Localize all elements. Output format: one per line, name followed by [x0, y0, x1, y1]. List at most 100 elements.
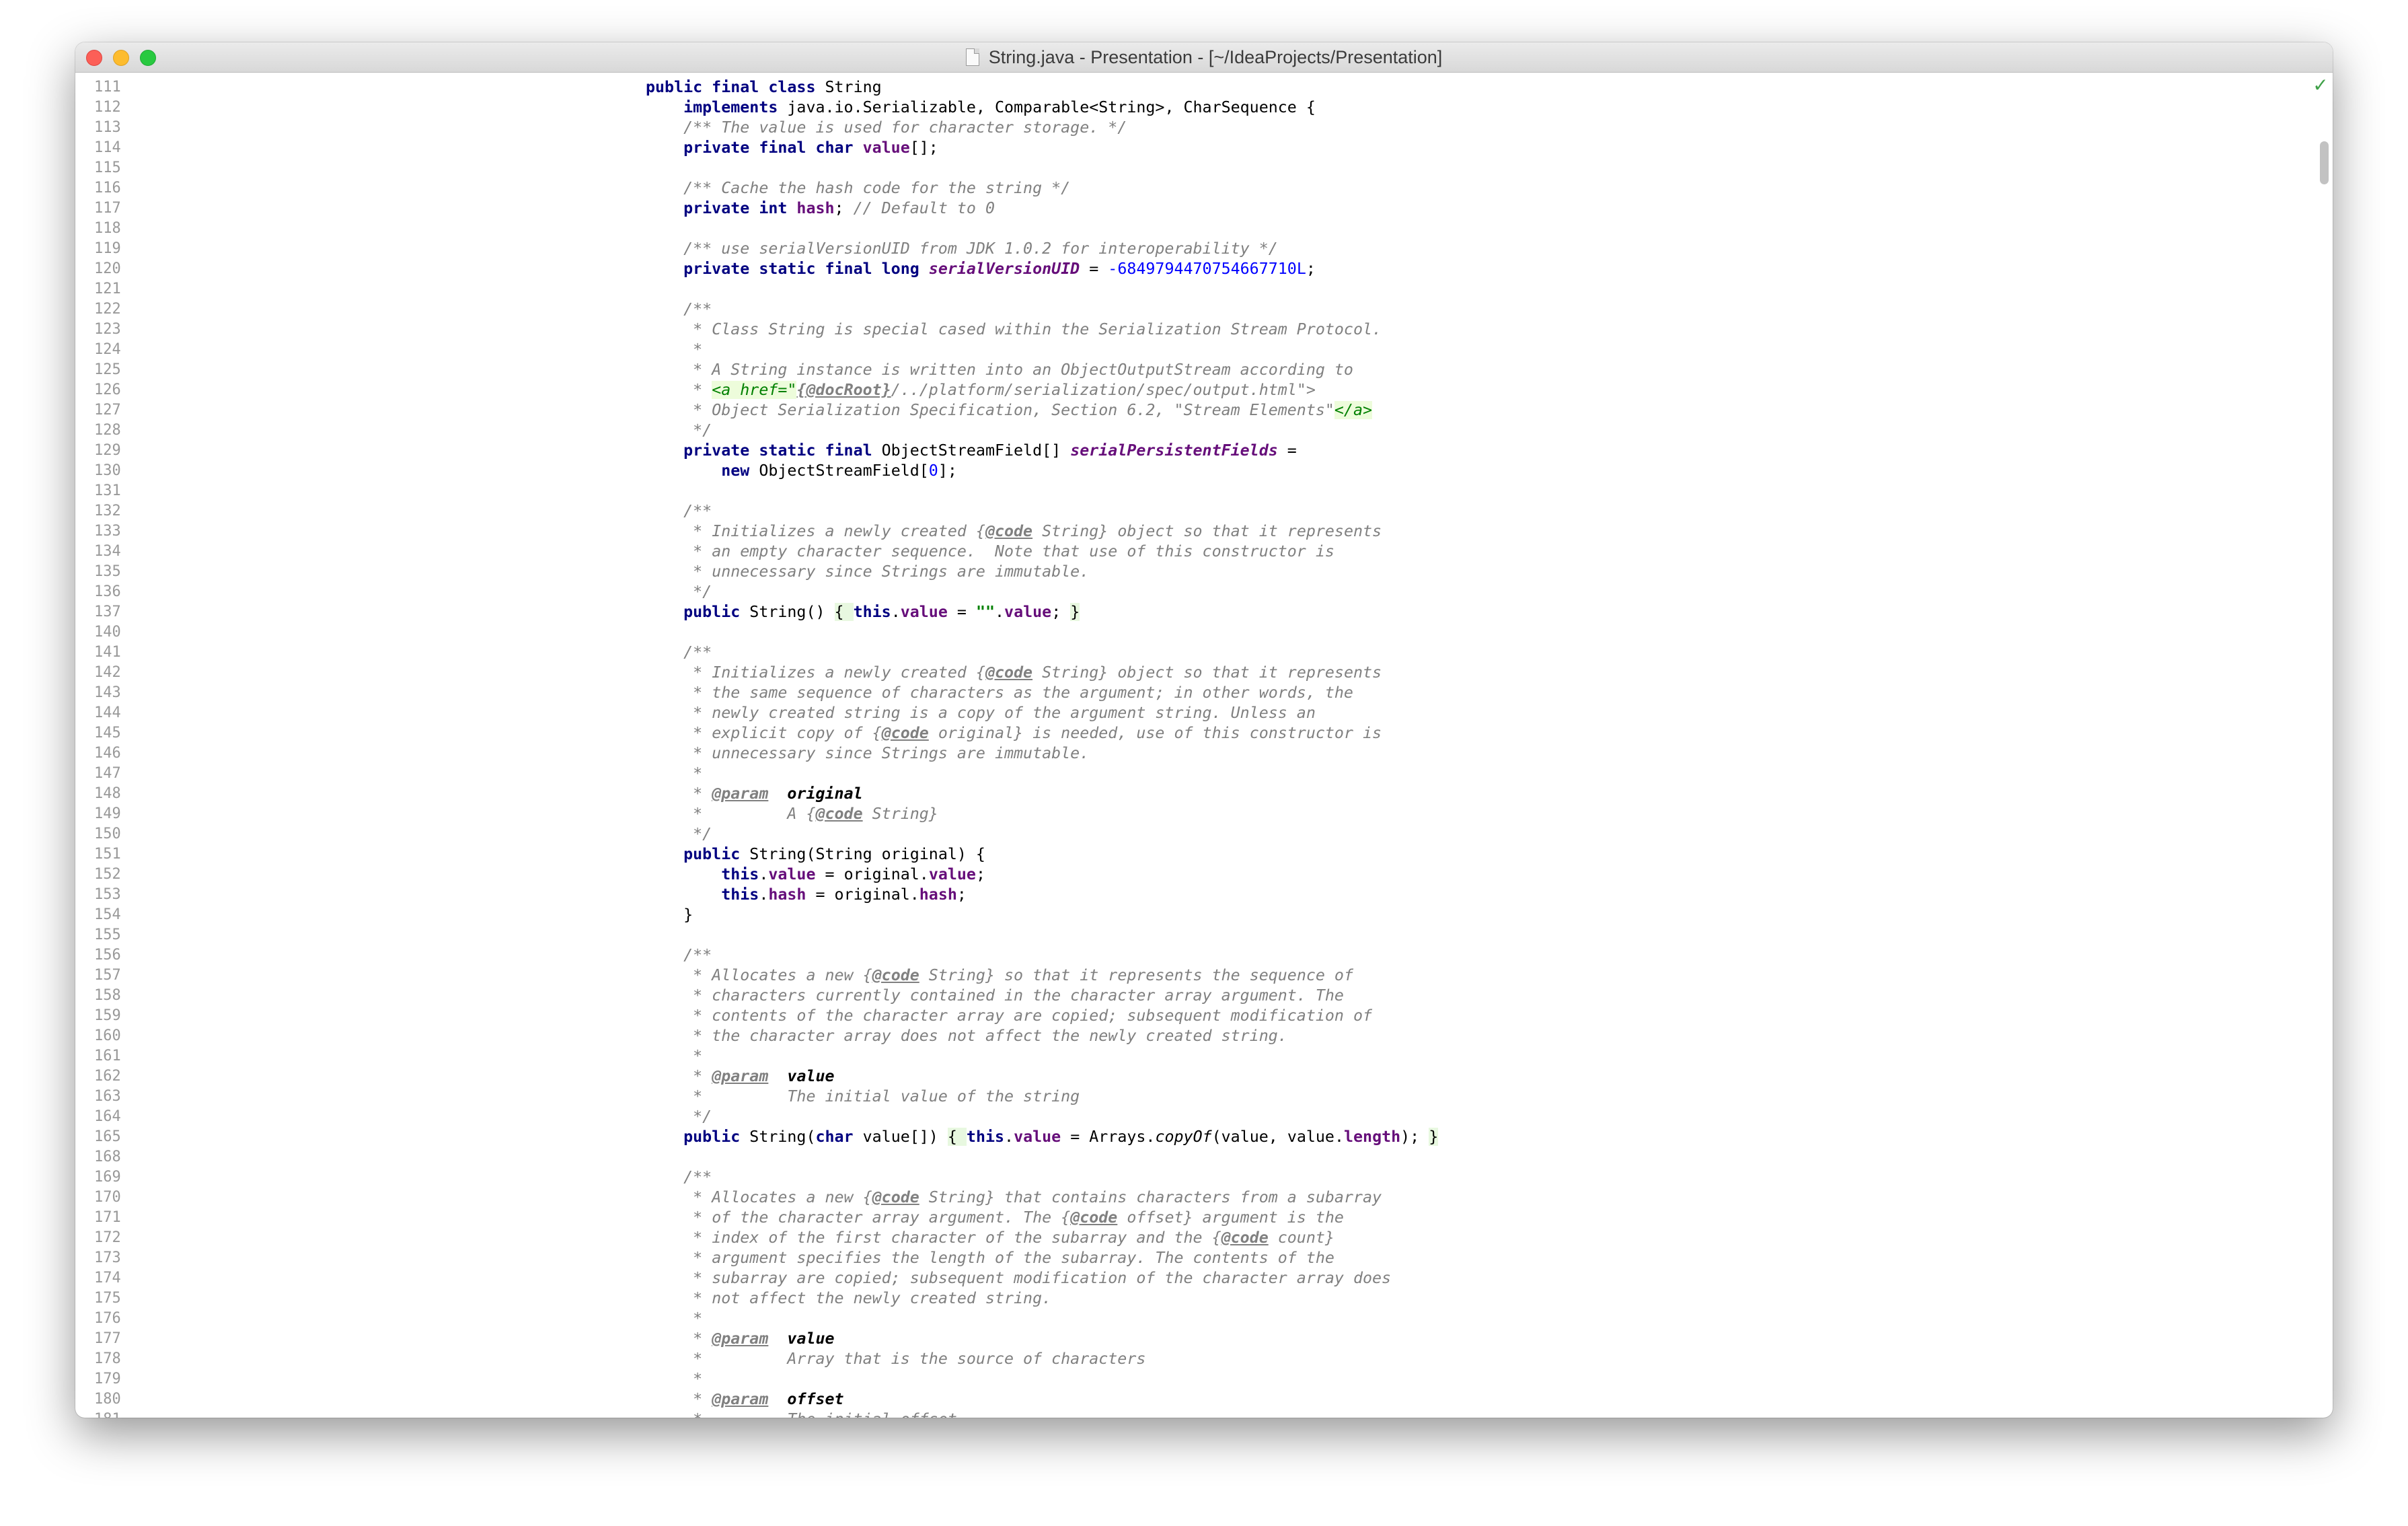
- line-number[interactable]: 164: [94, 1107, 175, 1127]
- code-line[interactable]: /**: [646, 643, 712, 663]
- code-line[interactable]: * the character array does not affect th…: [646, 1026, 1287, 1046]
- code-area[interactable]: public final class String implements jav…: [646, 73, 2260, 1418]
- code-line[interactable]: */: [646, 421, 712, 441]
- line-number[interactable]: 134: [94, 542, 175, 562]
- code-line[interactable]: * A String instance is written into an O…: [646, 360, 1353, 380]
- code-line[interactable]: * not affect the newly created string.: [646, 1288, 1051, 1309]
- code-line[interactable]: private int hash; // Default to 0: [646, 198, 995, 219]
- line-number[interactable]: 163: [94, 1087, 175, 1107]
- code-line[interactable]: * Allocates a new {@code String} so that…: [646, 966, 1353, 986]
- line-number[interactable]: 155: [94, 925, 175, 945]
- code-line[interactable]: */: [646, 1107, 712, 1127]
- code-line[interactable]: }: [646, 905, 693, 925]
- code-line[interactable]: private static final long serialVersionU…: [646, 259, 1316, 279]
- line-number[interactable]: 140: [94, 622, 175, 643]
- line-number[interactable]: 123: [94, 320, 175, 340]
- line-number[interactable]: 132: [94, 501, 175, 521]
- line-number[interactable]: 179: [94, 1369, 175, 1389]
- code-line[interactable]: public final class String: [646, 77, 882, 98]
- code-line[interactable]: * Initializes a newly created {@code Str…: [646, 663, 1382, 683]
- code-line[interactable]: * Class String is special cased within t…: [646, 320, 1382, 340]
- line-number[interactable]: 175: [94, 1288, 175, 1309]
- line-number[interactable]: 148: [94, 784, 175, 804]
- line-number[interactable]: 141: [94, 643, 175, 663]
- code-line[interactable]: * unnecessary since Strings are immutabl…: [646, 743, 1089, 764]
- code-line[interactable]: * The initial offset: [646, 1410, 957, 1418]
- line-number[interactable]: 180: [94, 1389, 175, 1410]
- code-line[interactable]: * <a href="{@docRoot}/../platform/serial…: [646, 380, 1316, 400]
- code-line[interactable]: * unnecessary since Strings are immutabl…: [646, 562, 1089, 582]
- line-number[interactable]: 124: [94, 340, 175, 360]
- line-number[interactable]: 114: [94, 138, 175, 158]
- line-number[interactable]: 128: [94, 421, 175, 441]
- code-line[interactable]: * of the character array argument. The {…: [646, 1208, 1344, 1228]
- line-number[interactable]: 131: [94, 481, 175, 501]
- code-line[interactable]: * A {@code String}: [646, 804, 938, 824]
- code-line[interactable]: * the same sequence of characters as the…: [646, 683, 1353, 703]
- line-number[interactable]: 135: [94, 562, 175, 582]
- line-number[interactable]: 158: [94, 986, 175, 1006]
- line-number[interactable]: 118: [94, 219, 175, 239]
- code-line[interactable]: *: [646, 340, 702, 360]
- line-number[interactable]: 153: [94, 885, 175, 905]
- code-line[interactable]: * argument specifies the length of the s…: [646, 1248, 1334, 1268]
- line-number[interactable]: 121: [94, 279, 175, 299]
- code-line[interactable]: public String() { this.value = "".value;…: [646, 602, 1080, 622]
- code-line[interactable]: * @param value: [646, 1329, 834, 1349]
- code-line[interactable]: * index of the first character of the su…: [646, 1228, 1334, 1248]
- line-number[interactable]: 152: [94, 865, 175, 885]
- code-line[interactable]: * Initializes a newly created {@code Str…: [646, 521, 1382, 542]
- line-number[interactable]: 136: [94, 582, 175, 602]
- title-bar[interactable]: String.java - Presentation - [~/IdeaProj…: [75, 42, 2333, 73]
- line-number[interactable]: 115: [94, 158, 175, 178]
- code-line[interactable]: implements java.io.Serializable, Compara…: [646, 98, 1316, 118]
- line-number[interactable]: 142: [94, 663, 175, 683]
- code-line[interactable]: public String(char value[]) { this.value…: [646, 1127, 1439, 1147]
- line-number[interactable]: 146: [94, 743, 175, 764]
- code-line[interactable]: /** Cache the hash code for the string *…: [646, 178, 1070, 198]
- line-number[interactable]: 162: [94, 1066, 175, 1087]
- code-line[interactable]: * @param value: [646, 1066, 834, 1087]
- code-line[interactable]: /** use serialVersionUID from JDK 1.0.2 …: [646, 239, 1278, 259]
- code-line[interactable]: this.hash = original.hash;: [646, 885, 967, 905]
- code-line[interactable]: this.value = original.value;: [646, 865, 985, 885]
- line-number[interactable]: 149: [94, 804, 175, 824]
- line-number[interactable]: 170: [94, 1188, 175, 1208]
- line-number[interactable]: 143: [94, 683, 175, 703]
- code-line[interactable]: *: [646, 1309, 702, 1329]
- line-number[interactable]: 125: [94, 360, 175, 380]
- code-line[interactable]: *: [646, 1369, 702, 1389]
- code-line[interactable]: * newly created string is a copy of the …: [646, 703, 1316, 723]
- code-editor[interactable]: 111 112 113 114 115 116 117 118 119 120 121 122 123 1…: [75, 73, 2333, 1418]
- line-number[interactable]: 120: [94, 259, 175, 279]
- code-line[interactable]: */: [646, 824, 712, 844]
- line-number[interactable]: 116: [94, 178, 175, 198]
- code-line[interactable]: * explicit copy of {@code original} is n…: [646, 723, 1382, 743]
- line-number[interactable]: 176: [94, 1309, 175, 1329]
- code-line[interactable]: /** The value is used for character stor…: [646, 118, 1127, 138]
- line-number[interactable]: 111: [94, 77, 175, 98]
- line-number[interactable]: 126: [94, 380, 175, 400]
- line-number[interactable]: 133: [94, 521, 175, 542]
- line-number[interactable]: 178: [94, 1349, 175, 1369]
- code-line[interactable]: */: [646, 582, 712, 602]
- code-line[interactable]: *: [646, 764, 702, 784]
- code-line[interactable]: * Object Serialization Specification, Se…: [646, 400, 1373, 421]
- code-line[interactable]: /**: [646, 501, 712, 521]
- line-number[interactable]: 174: [94, 1268, 175, 1288]
- line-number-gutter[interactable]: 111 112 113 114 115 116 117 118 119 120 121 122 123 1…: [75, 73, 176, 1418]
- code-line[interactable]: * @param offset: [646, 1389, 843, 1410]
- line-number[interactable]: 154: [94, 905, 175, 925]
- code-line[interactable]: private static final ObjectStreamField[]…: [646, 441, 1297, 461]
- code-line[interactable]: /**: [646, 1167, 712, 1188]
- line-number[interactable]: 177: [94, 1329, 175, 1349]
- line-number[interactable]: 151: [94, 844, 175, 865]
- line-number[interactable]: 171: [94, 1208, 175, 1228]
- line-number[interactable]: 119: [94, 239, 175, 259]
- line-number[interactable]: 147: [94, 764, 175, 784]
- line-number[interactable]: 161: [94, 1046, 175, 1066]
- line-number[interactable]: 127: [94, 400, 175, 421]
- line-number[interactable]: 172: [94, 1228, 175, 1248]
- code-line[interactable]: /**: [646, 945, 712, 966]
- code-line[interactable]: *: [646, 1046, 702, 1066]
